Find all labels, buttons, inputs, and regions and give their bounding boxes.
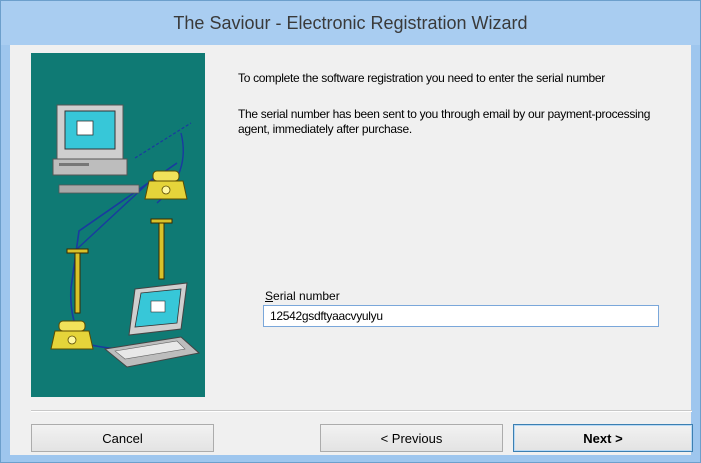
serial-info-text: The serial number has been sent to you t… (238, 107, 651, 136)
wizard-window: The Saviour - Electronic Registration Wi… (0, 0, 701, 463)
window-title: The Saviour - Electronic Registration Wi… (173, 12, 528, 33)
wizard-client-area: To complete the software registration yo… (10, 45, 693, 455)
serial-number-label: Serial number (265, 289, 340, 303)
previous-button[interactable]: < Previous (320, 424, 503, 452)
button-divider (31, 410, 692, 412)
serial-label-mnemonic: S (265, 289, 274, 303)
registration-illustration (31, 53, 205, 397)
serial-number-input[interactable] (263, 305, 659, 327)
cancel-button[interactable]: Cancel (31, 424, 214, 452)
intro-text: To complete the software registration yo… (238, 71, 605, 85)
network-illustration-icon (50, 104, 201, 368)
serial-label-rest: erial number (273, 289, 340, 303)
title-bar[interactable]: The Saviour - Electronic Registration Wi… (1, 1, 700, 45)
next-button[interactable]: Next > (513, 424, 693, 452)
